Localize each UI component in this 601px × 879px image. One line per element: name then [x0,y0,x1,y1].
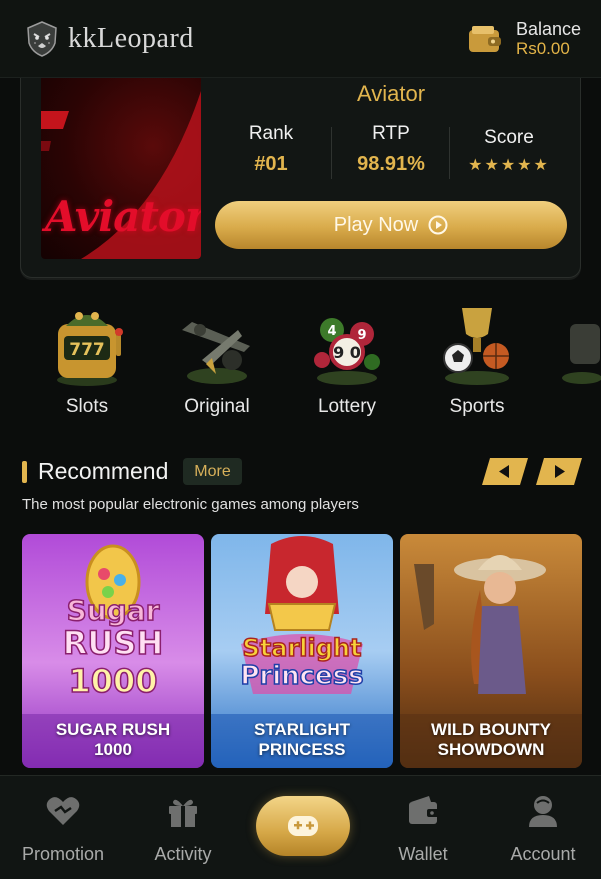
more-button[interactable]: More [183,458,242,485]
wallet-icon [468,25,501,52]
category-slots-label: Slots [65,396,109,417]
category-lottery[interactable]: 4 9 9 0 Lottery [292,300,402,418]
svg-text:RUSH: RUSH [63,624,163,662]
stat-rtp: RTP 98.91% [339,123,443,176]
recommend-title: Recommend [38,458,169,484]
wallet-icon [409,796,439,824]
svg-text:Starlight: Starlight [243,634,362,662]
game-name-line2: PRINCESS [258,740,346,759]
lottery-balls-icon: 4 9 9 0 [314,318,380,385]
game-name: SUGAR RUSH 1000 [22,720,204,760]
category-lottery-label: Lottery [317,396,377,417]
heart-promotion-icon [46,797,80,825]
aviator-logo-text: Aviator [45,192,201,241]
stat-rank-label: Rank [248,123,294,144]
scroll-left-icon[interactable] [482,458,528,485]
stat-rank: Rank #01 [226,123,316,176]
nav-account-label: Account [510,844,576,864]
scroll-right-icon[interactable] [536,458,582,485]
game-tile-sugar-rush[interactable]: Sugar RUSH 1000 SUGAR RUSH 1000 [22,534,204,768]
category-original[interactable]: Original [162,300,272,418]
svg-text:Sugar: Sugar [67,594,160,627]
brand[interactable]: kkLeopard [22,19,194,59]
user-icon [529,796,557,827]
category-sports[interactable]: Sports [422,300,532,418]
nav-promotion[interactable]: Promotion [8,794,118,865]
recommend-header: Recommend More [22,458,582,488]
stat-score-stars: ★★★★★ [468,157,550,174]
recommend-subtitle: The most popular electronic games among … [22,496,359,513]
leopard-logo-icon [27,20,57,57]
game-name: WILD BOUNTY SHOWDOWN [400,720,582,760]
game-name: STARLIGHT PRINCESS [211,720,393,760]
slot-machine-icon: 777 [57,312,123,386]
casino-icon [562,324,601,384]
category-strip: 777 Slots Original 4 9 9 0 Lottery Sport… [0,300,601,430]
stat-score-label: Score [484,127,534,148]
play-circle-icon [428,215,448,235]
sports-trophy-icon [443,308,509,385]
featured-game-card: Aviator Aviator Rank #01 RTP 98.91% Scor… [20,60,581,278]
category-slots[interactable]: 777 Slots [32,300,142,418]
game-name-line1: SUGAR RUSH [55,720,171,739]
nav-games-button[interactable] [256,796,350,856]
airplane-icon [182,322,250,384]
category-original-label: Original [184,396,250,417]
svg-text:4: 4 [327,324,336,339]
game-tile-wild-bounty[interactable]: WILD BOUNTY SHOWDOWN [400,534,582,768]
game-name-line1: WILD BOUNTY [431,720,551,739]
balance-widget[interactable]: Balance Rs0.00 [468,19,581,59]
nav-promotion-label: Promotion [21,844,105,864]
nav-account[interactable]: Account [488,794,598,865]
stat-rtp-value: 98.91% [357,153,425,175]
balance-value: Rs0.00 [515,38,570,58]
stat-rtp-label: RTP [372,123,410,144]
svg-text:1000: 1000 [68,662,157,700]
stat-divider [331,127,332,179]
play-now-button[interactable]: Play Now [215,201,567,249]
bottom-nav: Promotion Activity Wallet Account [0,775,601,879]
game-tile-starlight-princess[interactable]: Starlight Princess STARLIGHT PRINCESS [211,534,393,768]
stat-score: Score ★★★★★ [459,127,559,175]
nav-activity-label: Activity [154,844,212,864]
brand-name: kkLeopard [68,22,194,54]
stat-rank-value: #01 [254,153,288,175]
category-sports-label: Sports [449,396,505,417]
nav-wallet[interactable]: Wallet [368,794,478,865]
svg-text:9 0: 9 0 [333,343,361,362]
game-name-line2: SHOWDOWN [437,740,545,759]
svg-text:777: 777 [69,340,105,360]
nav-activity[interactable]: Activity [128,794,238,865]
featured-game-thumbnail[interactable]: Aviator [41,71,201,259]
svg-text:Princess: Princess [240,661,363,691]
stat-divider [449,127,450,179]
game-name-line2: 1000 [94,740,132,759]
gift-icon [169,799,197,827]
category-partial[interactable] [552,300,601,390]
balance-label: Balance [515,18,581,39]
gamepad-icon [288,816,318,836]
top-header: kkLeopard Balance Rs0.00 [0,0,601,78]
play-now-label: Play Now [333,213,419,236]
game-name-line1: STARLIGHT [253,720,350,739]
featured-game-title: Aviator [356,81,426,106]
section-accent-bar [22,461,27,483]
nav-wallet-label: Wallet [398,844,448,864]
